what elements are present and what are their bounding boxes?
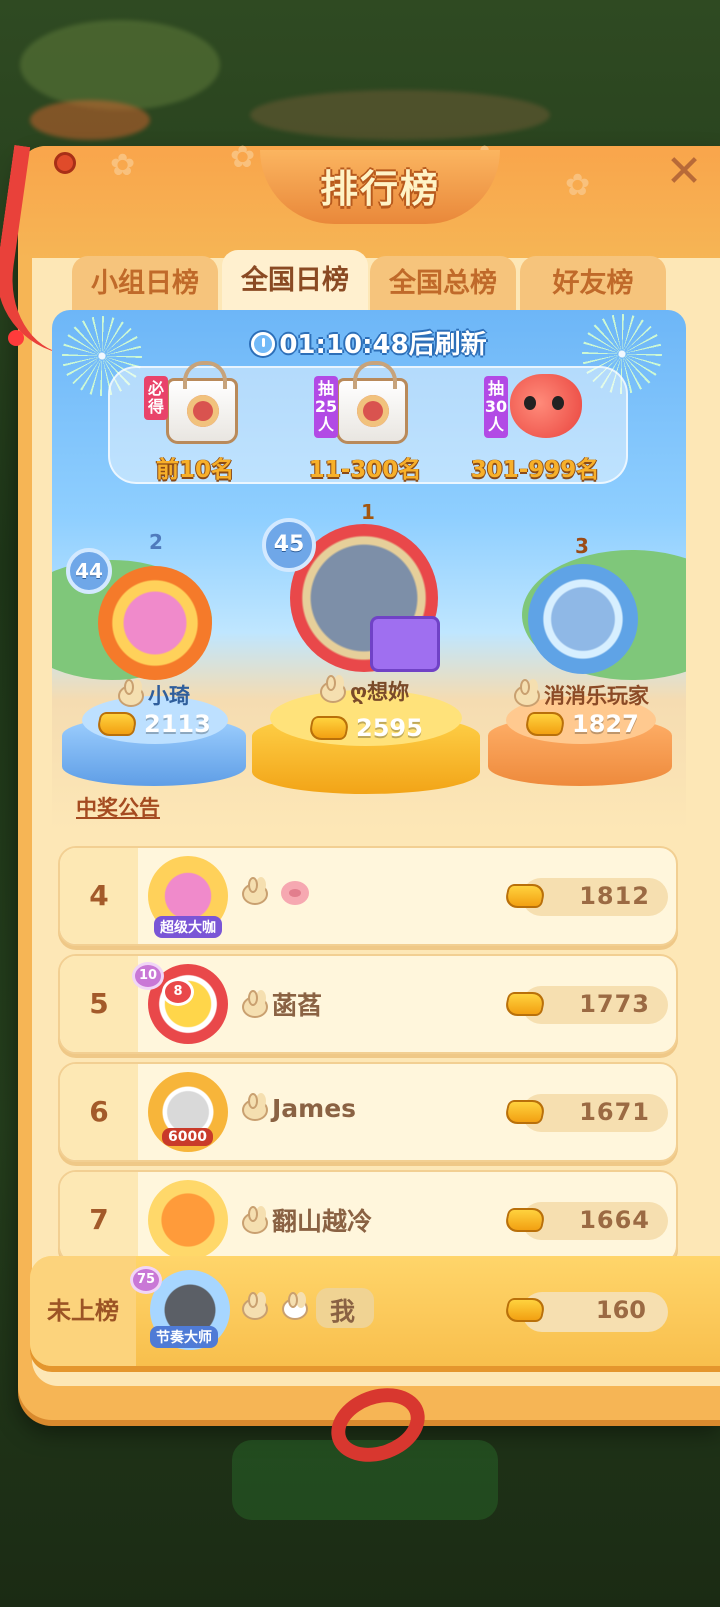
gold-ingot-icon [307, 716, 351, 740]
white-rabbit-icon [282, 1292, 308, 1320]
avatar[interactable] [148, 1180, 228, 1260]
gold-ingot-icon [503, 1100, 547, 1124]
tab-group-daily[interactable]: 小组日榜 [72, 256, 218, 316]
player-score: 1671 [579, 1098, 650, 1126]
reward-tag: 抽30人 [484, 376, 508, 438]
player-score: 2113 [95, 710, 211, 738]
level-badge: 10 [132, 962, 164, 990]
rank-number: 5 [60, 956, 138, 1052]
crown-icon: 2 [130, 520, 182, 558]
rank-number: 4 [60, 848, 138, 944]
rabbit-icon [242, 990, 268, 1018]
rabbit-icon [514, 679, 540, 707]
reward-tag: 抽25人 [314, 376, 338, 438]
reward-range: 11-300名 [308, 457, 422, 483]
list-item[interactable]: 7 翻山越冷 1664 [58, 1170, 678, 1264]
reward-top10[interactable]: 必得 前10名 [110, 361, 280, 486]
player-score: 1773 [579, 990, 650, 1018]
level-badge: 75 [130, 1266, 162, 1294]
player-score: 1827 [523, 710, 639, 738]
player-name: 我 [330, 1297, 356, 1326]
refresh-countdown: 01:10:48后刷新 [52, 324, 686, 361]
crown-icon: 1 [342, 490, 394, 528]
gold-ingot-icon [503, 992, 547, 1016]
close-icon: ✕ [665, 146, 703, 197]
tab-friends[interactable]: 好友榜 [520, 256, 666, 316]
gold-ingot-icon [95, 712, 139, 736]
gold-ingot-icon [523, 712, 567, 736]
gold-ingot-icon [503, 1208, 547, 1232]
reward-tag: 必得 [144, 376, 168, 420]
gold-ingot-icon [503, 1298, 547, 1322]
player-name: ღ想妳 [320, 675, 409, 706]
rabbit-icon [242, 1292, 268, 1320]
clock-icon [251, 332, 276, 356]
red-dot-icon [8, 330, 24, 346]
page-title: 排行榜 [319, 167, 440, 211]
reward-301-999[interactable]: 抽30人 301-999名 [450, 368, 620, 486]
rabbit-icon [118, 679, 144, 707]
list-item[interactable]: 5 10 8 菡萏 1773 [58, 954, 678, 1054]
pig-emoji-icon [280, 881, 309, 905]
player-name: 翻山越冷 [242, 1202, 372, 1238]
rabbit-icon [242, 1206, 268, 1234]
player-score: 160 [595, 1296, 646, 1324]
flower-icon: ✿ [565, 168, 591, 203]
player-name: 菡萏 [242, 986, 322, 1022]
gift-box-icon [370, 616, 440, 672]
list-item[interactable]: 4 超级大咖 1812 [58, 846, 678, 946]
avatar[interactable] [98, 566, 212, 680]
sub-level-badge: 8 [162, 978, 194, 1006]
title-badge: 6000 [162, 1128, 213, 1146]
flower-icon: ✿ [230, 140, 256, 175]
reward-box: 必得 前10名 抽25人 11-300名 抽30人 301-999名 [108, 361, 628, 486]
player-name: James [242, 1093, 356, 1123]
title-badge: 超级大咖 [154, 916, 222, 938]
player-score: 1664 [579, 1206, 650, 1234]
list-item[interactable]: 6 6000 James 1671 [58, 1062, 678, 1162]
my-rank-label: 未上榜 [30, 1256, 136, 1366]
player-score: 2595 [307, 714, 423, 742]
gift-bag-icon [336, 361, 408, 444]
player-name [242, 877, 309, 907]
fox-plush-icon [510, 374, 582, 438]
rabbit-icon [320, 675, 346, 703]
rank-number: 6 [60, 1064, 138, 1160]
rabbit-icon [242, 877, 268, 905]
tab-national-total[interactable]: 全国总榜 [370, 256, 516, 316]
reward-range: 301-999名 [470, 457, 600, 483]
rabbit-icon [242, 1093, 268, 1121]
player-name: 消消乐玩家 [514, 679, 649, 710]
winner-announcement-link[interactable]: 中奖公告 [76, 792, 160, 822]
reward-range: 前10名 [155, 457, 234, 483]
my-rank-row[interactable]: 未上榜 75 节奏大师 我 160 [30, 1256, 720, 1366]
level-badge: 45 [262, 518, 316, 572]
crown-icon: 3 [556, 524, 608, 562]
level-badge: 44 [66, 548, 112, 594]
avatar[interactable] [528, 564, 638, 674]
player-name: 小琦 [118, 679, 190, 710]
title-badge: 节奏大师 [150, 1326, 218, 1348]
tab-national-daily[interactable]: 全国日榜 [222, 250, 368, 316]
rank-number: 7 [60, 1172, 138, 1262]
gift-bag-icon [166, 361, 238, 444]
gold-ingot-icon [503, 884, 547, 908]
close-button[interactable]: ✕ [662, 150, 706, 194]
reward-11-300[interactable]: 抽25人 11-300名 [280, 361, 450, 486]
flower-icon: ✿ [110, 148, 136, 183]
player-score: 1812 [579, 882, 650, 910]
